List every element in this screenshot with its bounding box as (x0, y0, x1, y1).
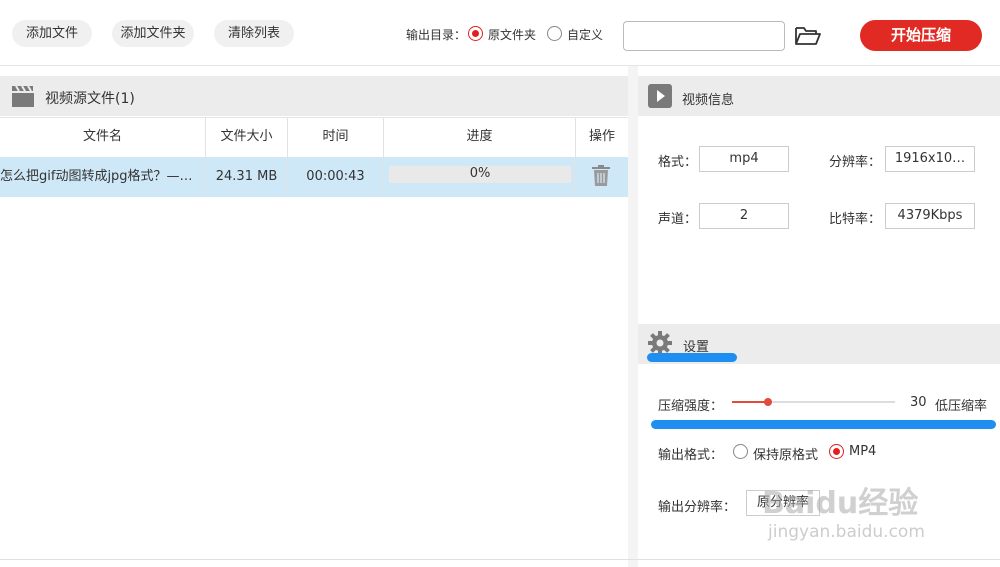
format-keep-label[interactable]: 保持原格式 (753, 444, 818, 463)
clear-list-button[interactable]: 清除列表 (214, 20, 294, 47)
output-format-label: 输出格式： (658, 448, 724, 463)
output-original-label[interactable]: 原文件夹 (488, 26, 536, 43)
highlight-marker (651, 420, 996, 429)
file-time-cell: 00:00:43 (306, 169, 365, 184)
channel-value: 2 (699, 203, 789, 229)
resolution-value: 1916x10… (885, 146, 975, 172)
column-divider (383, 118, 384, 197)
open-folder-icon[interactable] (794, 25, 822, 47)
bottom-border (0, 559, 1000, 560)
column-header-size[interactable]: 文件大小 (206, 118, 287, 156)
source-panel-title: 视频源文件(1) (45, 91, 135, 107)
bitrate-label: 比特率： (829, 212, 882, 227)
play-icon (648, 84, 672, 108)
toolbar: 添加文件 添加文件夹 清除列表 输出目录： 原文件夹 自定义 开始压缩 (0, 0, 1000, 66)
video-info-title: 视频信息 (682, 93, 735, 108)
resolution-label: 分辨率： (829, 155, 882, 170)
add-folder-button[interactable]: 添加文件夹 (112, 20, 194, 47)
column-header-progress[interactable]: 进度 (384, 118, 575, 156)
file-name-cell: 怎么把gif动图转成jpg格式？—… (0, 169, 193, 184)
format-value: mp4 (699, 146, 789, 172)
strength-description: 低压缩率 (935, 399, 988, 414)
trash-icon[interactable] (591, 165, 611, 187)
column-header-time[interactable]: 时间 (288, 118, 383, 156)
format-mp4-label[interactable]: MP4 (849, 444, 876, 459)
clapperboard-icon (11, 84, 35, 108)
channel-label: 声道： (658, 212, 698, 227)
file-size-cell: 24.31 MB (215, 169, 278, 184)
output-custom-label[interactable]: 自定义 (567, 26, 603, 43)
format-mp4-radio[interactable] (829, 444, 844, 459)
format-keep-radio[interactable] (733, 444, 748, 459)
gear-icon (648, 331, 672, 355)
output-dir-label: 输出目录： (406, 28, 467, 42)
format-label: 格式： (658, 155, 698, 170)
output-original-radio[interactable] (468, 26, 483, 41)
strength-slider[interactable] (732, 398, 895, 406)
strength-value: 30 (910, 395, 927, 410)
bitrate-value: 4379Kbps (885, 203, 975, 229)
column-divider (575, 118, 576, 197)
column-header-filename[interactable]: 文件名 (0, 118, 205, 156)
progress-label: 0% (469, 166, 491, 181)
strength-label: 压缩强度： (658, 399, 724, 414)
strength-slider-handle[interactable] (763, 398, 772, 406)
watermark-url: jingyan.baidu.com (768, 522, 925, 542)
start-compress-button[interactable]: 开始压缩 (860, 20, 982, 51)
strength-slider-fill (732, 401, 768, 403)
highlight-marker (647, 353, 737, 362)
column-header-action[interactable]: 操作 (576, 118, 628, 156)
output-path-input[interactable] (623, 21, 785, 51)
add-file-button[interactable]: 添加文件 (12, 20, 92, 47)
panel-divider (628, 66, 638, 567)
output-resolution-label: 输出分辨率： (658, 500, 737, 515)
output-custom-radio[interactable] (547, 26, 562, 41)
baidu-watermark: Baidu经验 (762, 486, 919, 521)
